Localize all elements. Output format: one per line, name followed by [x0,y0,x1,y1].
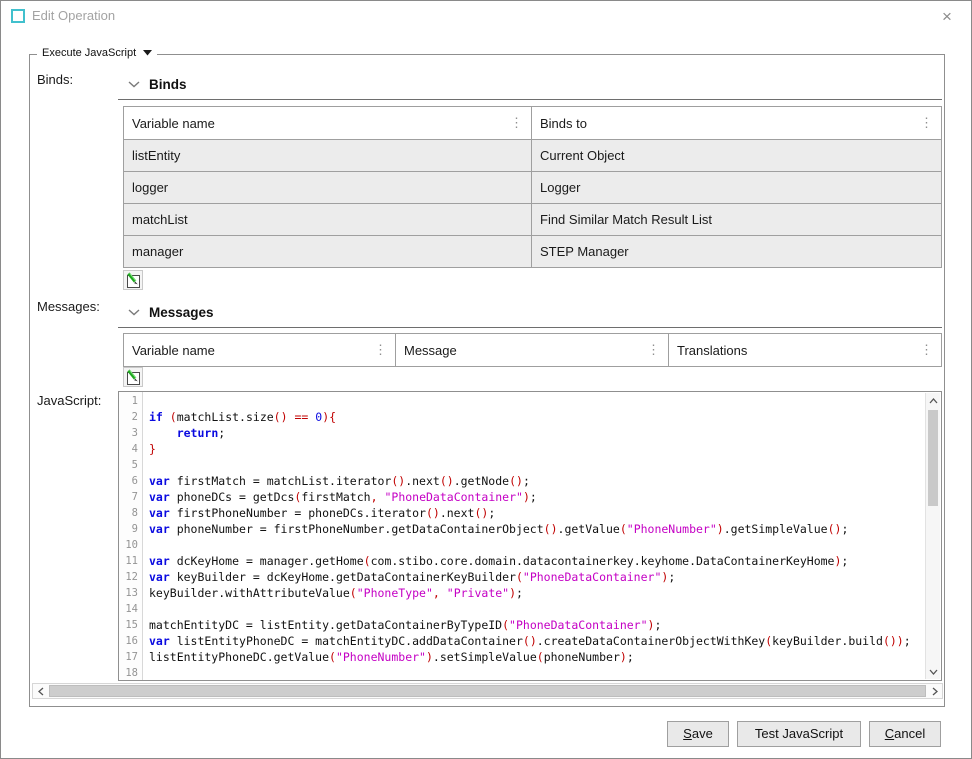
scroll-down-icon[interactable] [926,664,940,679]
code-line: matchEntityDC = listEntity.getDataContai… [149,617,941,633]
edit-operation-dialog: Edit Operation × Execute JavaScript Bind… [0,0,972,759]
table-row[interactable]: matchListFind Similar Match Result List [124,203,941,235]
edit-pencil-icon [125,369,142,386]
line-number: 3 [119,425,142,441]
table-cell[interactable]: Current Object [532,140,941,171]
column-menu-icon[interactable]: ⋮ [920,345,933,355]
table-row[interactable]: listEntityCurrent Object [124,139,941,171]
column-menu-icon[interactable]: ⋮ [920,118,933,128]
line-number: 9 [119,521,142,537]
code-line: var firstPhoneNumber = phoneDCs.iterator… [149,505,941,521]
code-editor[interactable]: 123456789101112131415161718 if (matchLis… [118,391,942,681]
line-number: 14 [119,601,142,617]
code-line: var keyBuilder = dcKeyHome.getDataContai… [149,569,941,585]
line-number: 5 [119,457,142,473]
line-number: 18 [119,665,142,681]
line-number: 15 [119,617,142,633]
code-line [149,393,941,409]
messages-open-editor-button[interactable] [123,367,143,387]
table-row[interactable]: loggerLogger [124,171,941,203]
binds-label: Binds: [37,72,73,87]
line-number: 2 [119,409,142,425]
code-line: var listEntityPhoneDC = matchEntityDC.ad… [149,633,941,649]
line-number: 4 [119,441,142,457]
column-menu-icon[interactable]: ⋮ [647,345,660,355]
line-number: 11 [119,553,142,569]
code-line [149,601,941,617]
column-header-variable-name[interactable]: Variable name ⋮ [124,107,532,139]
table-row[interactable]: managerSTEP Manager [124,235,941,267]
code-line: if (matchList.size() == 0){ [149,409,941,425]
close-icon[interactable]: × [935,5,959,29]
messages-section-title: Messages [149,305,214,320]
messages-section-header[interactable]: Messages [118,305,942,328]
messages-table-header: Variable name ⋮ Message ⋮ Translations ⋮ [124,334,941,366]
binds-table-header: Variable name ⋮ Binds to ⋮ [124,107,941,139]
table-cell[interactable]: matchList [124,204,532,235]
code-line [149,537,941,553]
execute-javascript-groupbox: Execute JavaScript Binds: Messages: Java… [29,54,945,707]
column-menu-icon[interactable]: ⋮ [510,118,523,128]
code-line: listEntityPhoneDC.getValue("PhoneNumber"… [149,649,941,665]
column-menu-icon[interactable]: ⋮ [374,345,387,355]
collapse-chevron-icon [128,309,140,316]
line-number: 7 [119,489,142,505]
table-cell[interactable]: listEntity [124,140,532,171]
editor-vertical-scrollbar[interactable] [925,393,940,679]
code-line: keyBuilder.withAttributeValue("PhoneType… [149,585,941,601]
column-header-variable-name[interactable]: Variable name ⋮ [124,334,396,366]
vertical-scroll-thumb[interactable] [928,410,938,506]
binds-table-body: listEntityCurrent ObjectloggerLoggermatc… [124,139,941,267]
code-line [149,457,941,473]
code-pane[interactable]: if (matchList.size() == 0){ return;} var… [143,392,941,680]
code-line: var dcKeyHome = manager.getHome(com.stib… [149,553,941,569]
table-cell[interactable]: Find Similar Match Result List [532,204,941,235]
collapse-chevron-icon [128,81,140,88]
horizontal-scroll-thumb[interactable] [49,685,926,697]
binds-section-header[interactable]: Binds [118,77,942,100]
binds-open-editor-button[interactable] [123,270,143,290]
code-line: } [149,441,941,457]
javascript-label: JavaScript: [37,393,101,408]
scroll-left-icon[interactable] [33,684,48,698]
line-number: 12 [119,569,142,585]
line-number: 6 [119,473,142,489]
code-line: var firstMatch = matchList.iterator().ne… [149,473,941,489]
binds-table: Variable name ⋮ Binds to ⋮ listEntityCur… [123,106,942,268]
line-number-gutter: 123456789101112131415161718 [119,392,143,680]
line-number: 17 [119,649,142,665]
scroll-up-icon[interactable] [926,393,940,408]
cancel-button[interactable]: Cancel [869,721,941,747]
binds-section-title: Binds [149,77,187,92]
messages-label: Messages: [37,299,100,314]
window-title: Edit Operation [32,8,115,23]
messages-table: Variable name ⋮ Message ⋮ Translations ⋮ [123,333,942,367]
app-square-icon [11,9,25,23]
horizontal-scrollbar[interactable] [32,683,943,699]
line-number: 13 [119,585,142,601]
column-header-binds-to[interactable]: Binds to ⋮ [532,107,941,139]
edit-pencil-icon [125,272,142,289]
test-javascript-button[interactable]: Test JavaScript [737,721,861,747]
line-number: 1 [119,393,142,409]
line-number: 8 [119,505,142,521]
scroll-right-icon[interactable] [927,684,942,698]
code-line [149,665,941,680]
table-cell[interactable]: STEP Manager [532,236,941,267]
code-line: return; [149,425,941,441]
table-cell[interactable]: logger [124,172,532,203]
line-number: 10 [119,537,142,553]
code-line: var phoneDCs = getDcs(firstMatch, "Phone… [149,489,941,505]
table-cell[interactable]: manager [124,236,532,267]
code-line: var phoneNumber = firstPhoneNumber.getDa… [149,521,941,537]
title-bar: Edit Operation × [1,1,971,33]
line-number: 16 [119,633,142,649]
table-cell[interactable]: Logger [532,172,941,203]
save-button[interactable]: Save [667,721,729,747]
column-header-translations[interactable]: Translations ⋮ [669,334,941,366]
column-header-message[interactable]: Message ⋮ [396,334,669,366]
